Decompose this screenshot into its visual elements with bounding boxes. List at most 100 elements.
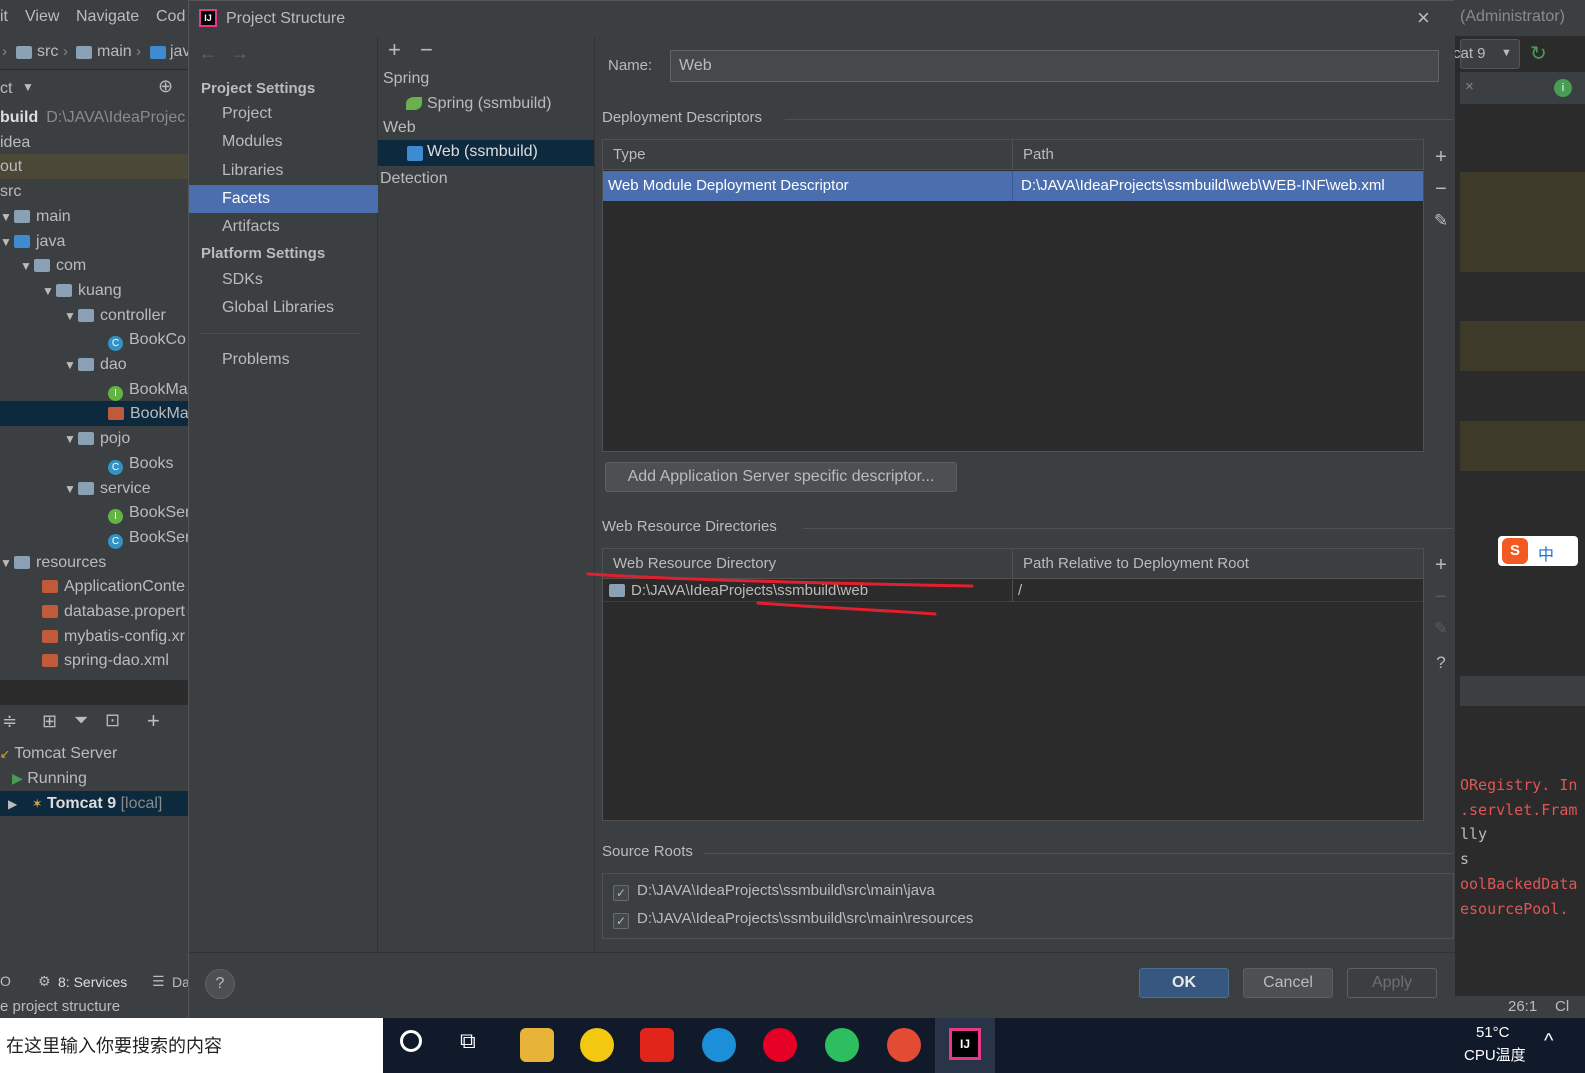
tree-item[interactable]: mybatis-config.xr	[0, 624, 195, 649]
help-icon[interactable]: ?	[205, 969, 235, 999]
tree-item[interactable]: ▼ controller	[0, 303, 195, 328]
app-icon[interactable]	[580, 1028, 614, 1062]
cortana-icon[interactable]	[400, 1030, 422, 1052]
chevron-down-icon[interactable]: ▼	[64, 427, 78, 451]
locate-icon[interactable]: ⊕	[158, 76, 173, 97]
new-tab-icon[interactable]: ⊡	[105, 710, 120, 731]
nav-problems[interactable]: Problems	[189, 346, 378, 374]
checkbox-checked-icon[interactable]: ✓	[613, 913, 629, 929]
tree-item[interactable]: src	[0, 179, 195, 204]
tab-todo[interactable]: O	[0, 973, 11, 989]
name-input[interactable]: Web	[670, 50, 1439, 82]
ime-toolbar[interactable]: S 中	[1498, 536, 1578, 566]
add-icon[interactable]: +	[1431, 147, 1451, 167]
menu-navigate[interactable]: Navigate	[76, 8, 139, 26]
remove-icon[interactable]: −	[1431, 179, 1451, 199]
taskbar-active-app[interactable]: IJ	[935, 1018, 995, 1073]
tree-item[interactable]: C BookSer	[0, 525, 195, 550]
chevron-down-icon[interactable]: ▼	[0, 551, 14, 575]
chevron-up-icon[interactable]: ^	[1544, 1030, 1553, 1053]
nav-artifacts[interactable]: Artifacts	[189, 213, 378, 241]
chevron-down-icon[interactable]: ▼	[0, 230, 14, 254]
tree-item[interactable]: ▼ com	[0, 253, 195, 278]
tree-item[interactable]: database.propert	[0, 599, 195, 624]
line-separator[interactable]: Cl	[1555, 998, 1569, 1015]
tree-item[interactable]: ApplicationConte	[0, 574, 195, 599]
project-view-dropdown[interactable]: ct	[0, 80, 12, 98]
services-running[interactable]: ▶ Running	[0, 766, 195, 791]
filter-icon[interactable]: ⏷	[74, 710, 88, 731]
facet-detection[interactable]: Detection	[380, 170, 448, 188]
tree-item[interactable]: ▼ resources	[0, 550, 195, 575]
edit-icon[interactable]: ✎	[1431, 619, 1451, 639]
tree-item[interactable]: ▼ service	[0, 476, 195, 501]
tree-item[interactable]: ▼ java	[0, 229, 195, 254]
youdao-icon[interactable]	[640, 1028, 674, 1062]
tree-item[interactable]: C Books	[0, 451, 195, 476]
tree-item[interactable]: I BookMa	[0, 377, 195, 402]
task-view-icon[interactable]: ⧉	[460, 1028, 476, 1054]
nav-sdks[interactable]: SDKs	[189, 266, 378, 294]
chrome-icon[interactable]	[887, 1028, 921, 1062]
tree-item[interactable]: build D:\JAVA\IdeaProjec	[0, 105, 195, 130]
chevron-down-icon[interactable]: ▼	[64, 304, 78, 328]
taskbar-search[interactable]: 在这里输入你要搜索的内容	[0, 1018, 383, 1073]
tree-item[interactable]: ▼ dao	[0, 352, 195, 377]
apply-button[interactable]: Apply	[1347, 968, 1437, 998]
cancel-button[interactable]: Cancel	[1243, 968, 1333, 998]
tree-item[interactable]: ▼ pojo	[0, 426, 195, 451]
col-type[interactable]: Type	[603, 140, 1013, 170]
col-web-resource-dir[interactable]: Web Resource Directory	[603, 549, 1013, 579]
nav-libraries[interactable]: Libraries	[189, 157, 378, 185]
run-config-dropdown[interactable]: cat 9 ▼	[1453, 39, 1520, 69]
chevron-down-icon[interactable]: ▼	[20, 254, 34, 278]
menu-edit[interactable]: it	[0, 8, 8, 26]
edit-icon[interactable]: ✎	[1431, 211, 1451, 231]
facet-web-ssmbuild[interactable]: Web (ssmbuild)	[378, 140, 594, 166]
breadcrumb-main[interactable]: main	[97, 43, 132, 61]
evernote-icon[interactable]	[825, 1028, 859, 1062]
chevron-down-icon[interactable]: ▼	[22, 80, 34, 94]
tree-item[interactable]: BookMa	[0, 401, 195, 427]
col-relative-path[interactable]: Path Relative to Deployment Root	[1013, 549, 1423, 579]
table-row[interactable]: Web Module Deployment Descriptor D:\JAVA…	[603, 171, 1423, 201]
netease-music-icon[interactable]	[763, 1028, 797, 1062]
menu-code[interactable]: Cod	[156, 8, 185, 26]
tree-item[interactable]: out	[0, 154, 195, 180]
add-icon[interactable]: +	[388, 37, 401, 63]
chevron-down-icon[interactable]: ▼	[64, 477, 78, 501]
add-app-server-descriptor-button[interactable]: Add Application Server specific descript…	[605, 462, 957, 492]
chevron-down-icon[interactable]: ▼	[64, 353, 78, 377]
tree-item[interactable]: ▼ kuang	[0, 278, 195, 303]
close-icon[interactable]: ×	[1465, 78, 1474, 95]
cursor-position[interactable]: 26:1	[1508, 998, 1537, 1015]
chevron-down-icon[interactable]: ▼	[42, 279, 56, 303]
add-icon[interactable]: +	[147, 708, 160, 734]
tab-services[interactable]: 8: Services	[58, 974, 127, 990]
tree-item[interactable]: spring-dao.xml	[0, 648, 195, 673]
group-icon[interactable]: ⊞	[42, 711, 57, 732]
menu-view[interactable]: View	[25, 8, 59, 26]
close-icon[interactable]: ×	[1417, 5, 1430, 31]
ok-button[interactable]: OK	[1139, 968, 1229, 998]
forward-arrow-icon[interactable]: →	[231, 43, 249, 64]
source-root-item[interactable]: ✓ D:\JAVA\IdeaProjects\ssmbuild\src\main\…	[613, 882, 935, 901]
source-root-item[interactable]: ✓ D:\JAVA\IdeaProjects\ssmbuild\src\main\…	[613, 910, 973, 929]
remove-icon[interactable]: −	[1431, 587, 1451, 607]
file-explorer-icon[interactable]	[520, 1028, 554, 1062]
rerun-icon[interactable]: ↻	[1530, 41, 1547, 66]
checkbox-checked-icon[interactable]: ✓	[613, 885, 629, 901]
services-tomcat-server[interactable]: ↙ Tomcat Server	[0, 741, 195, 766]
nav-facets[interactable]: Facets	[189, 185, 378, 213]
help-icon[interactable]: ?	[1431, 653, 1451, 673]
tree-item[interactable]: ▼ main	[0, 204, 195, 229]
tree-item[interactable]: C BookCo	[0, 327, 195, 352]
remove-icon[interactable]: −	[420, 37, 433, 63]
tree-item[interactable]: idea	[0, 130, 195, 155]
edge-icon[interactable]	[702, 1028, 736, 1062]
facet-spring-ssmbuild[interactable]: Spring (ssmbuild)	[406, 93, 591, 117]
col-path[interactable]: Path	[1013, 140, 1423, 170]
chevron-down-icon[interactable]: ▼	[0, 205, 14, 229]
services-tomcat9[interactable]: ▶ ✶ Tomcat 9 [local]	[0, 791, 195, 816]
breadcrumb-src[interactable]: src	[37, 43, 58, 61]
